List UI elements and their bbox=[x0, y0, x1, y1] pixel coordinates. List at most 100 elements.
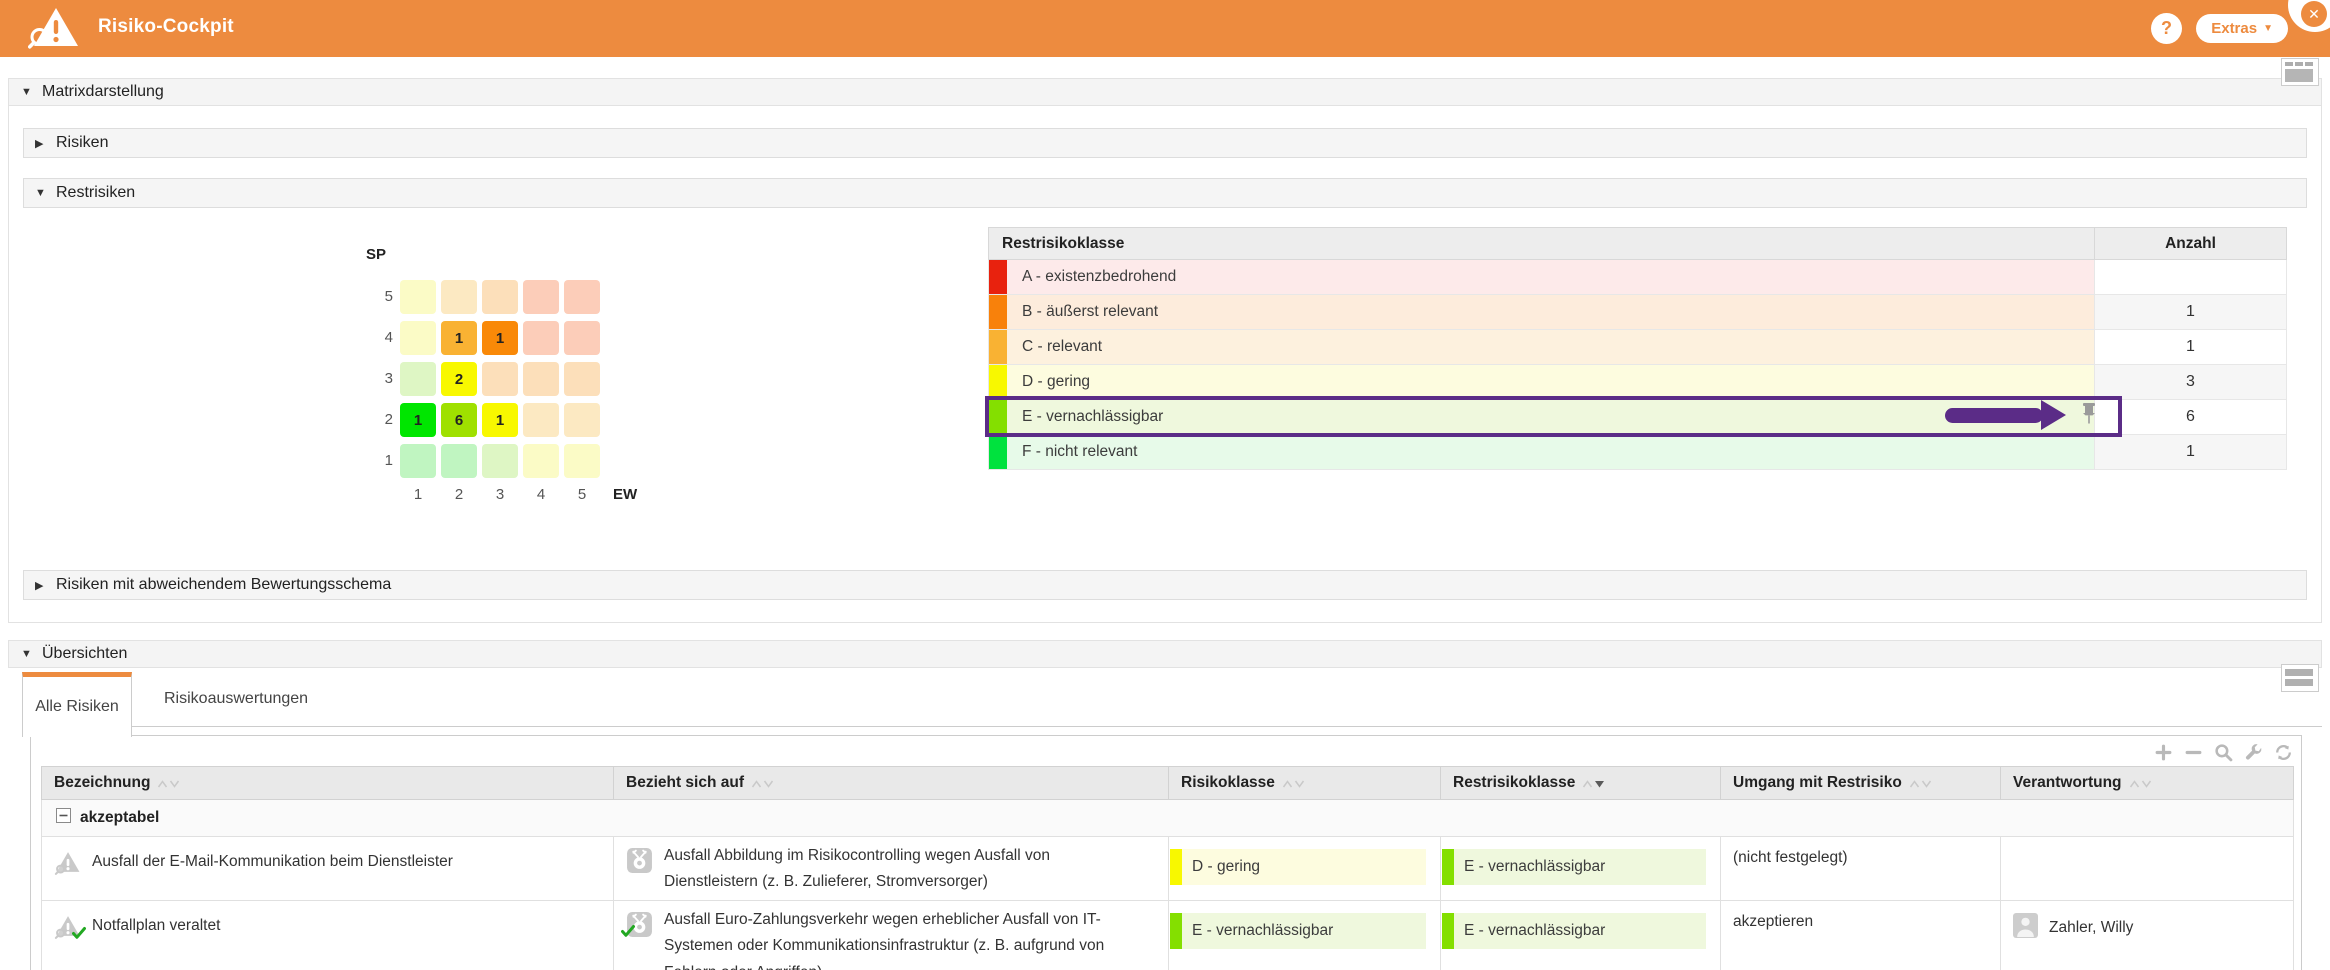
restrisiko-class-label: A - existenzbedrohend bbox=[1007, 260, 2094, 294]
sort-carets-icon[interactable] bbox=[751, 780, 774, 788]
help-button[interactable]: ? bbox=[2151, 13, 2182, 44]
tab-strip-filler bbox=[340, 672, 2322, 727]
restrisiko-row[interactable]: A - existenzbedrohend bbox=[988, 260, 2287, 295]
matrix-cell[interactable]: 1 bbox=[482, 403, 518, 437]
matrix-cell[interactable] bbox=[564, 321, 600, 355]
table-row[interactable]: Ausfall der E-Mail-Kommunikation beim Di… bbox=[42, 837, 2294, 901]
column-header[interactable]: Bezeichnung bbox=[42, 767, 614, 800]
matrix-cell[interactable] bbox=[564, 280, 600, 314]
section-header-uebersichten[interactable]: ▼ Übersichten bbox=[8, 640, 2322, 668]
subsection-header-restrisiken[interactable]: ▼ Restrisiken bbox=[23, 178, 2307, 208]
matrix-y-tick: 1 bbox=[369, 452, 393, 469]
risk-title[interactable]: Ausfall der E-Mail-Kommunikation beim Di… bbox=[92, 849, 453, 871]
sort-carets-icon[interactable] bbox=[1282, 780, 1305, 788]
restrisiko-class-label: F - nicht relevant bbox=[1007, 435, 2094, 469]
tab-risikoauswertungen[interactable]: Risikoauswertungen bbox=[132, 672, 340, 727]
matrix-cell[interactable] bbox=[482, 362, 518, 396]
minus-icon[interactable] bbox=[2184, 743, 2203, 762]
app-header: Risiko-Cockpit ? Extras ▼ ✕ bbox=[0, 0, 2330, 57]
check-icon bbox=[72, 926, 86, 945]
hazard-description: Ausfall Abbildung im Risikocontrolling w… bbox=[664, 843, 1134, 896]
matrix-x-tick: 5 bbox=[564, 486, 600, 503]
matrix-cell[interactable] bbox=[564, 403, 600, 437]
matrix-cell[interactable]: 1 bbox=[441, 321, 477, 355]
column-header[interactable]: Umgang mit Restrisiko bbox=[1721, 767, 2001, 800]
column-header[interactable]: Risikoklasse bbox=[1169, 767, 1441, 800]
table-row[interactable]: Notfallplan veraltetAusfall Euro-Zahlung… bbox=[42, 901, 2294, 970]
risk-icon bbox=[54, 913, 81, 940]
matrix-cell[interactable] bbox=[523, 280, 559, 314]
matrix-cell[interactable] bbox=[400, 444, 436, 478]
class-color-bar bbox=[1170, 913, 1182, 949]
close-button[interactable]: ✕ bbox=[2288, 0, 2330, 32]
matrix-cell[interactable] bbox=[564, 444, 600, 478]
section-body-matrixdarstellung: ▶ Risiken ▼ Restrisiken SP 112161 543211… bbox=[8, 106, 2322, 623]
matrix-cell[interactable] bbox=[441, 444, 477, 478]
close-icon[interactable]: ✕ bbox=[2301, 1, 2327, 27]
restrisiko-count: 1 bbox=[2094, 330, 2286, 364]
matrix-y-axis-label: SP bbox=[366, 246, 386, 263]
hazard-icon bbox=[626, 911, 653, 938]
column-header-anzahl: Anzahl bbox=[2094, 228, 2286, 259]
collapse-triangle-icon: ▼ bbox=[21, 648, 33, 660]
section-matrixdarstellung: ▼ Matrixdarstellung ▶ Risiken ▼ Restrisi… bbox=[8, 78, 2322, 623]
matrix-cell[interactable] bbox=[441, 280, 477, 314]
refresh-icon[interactable] bbox=[2274, 743, 2293, 762]
matrix-cell[interactable]: 6 bbox=[441, 403, 477, 437]
matrix-cell[interactable] bbox=[523, 403, 559, 437]
risk-icon bbox=[54, 849, 81, 876]
matrix-cell[interactable] bbox=[523, 321, 559, 355]
column-header[interactable]: Verantwortung bbox=[2001, 767, 2294, 800]
sort-carets-icon[interactable] bbox=[1909, 780, 1932, 788]
matrix-cell[interactable]: 1 bbox=[482, 321, 518, 355]
collapse-triangle-icon: ▶ bbox=[35, 137, 47, 150]
matrix-x-tick: 4 bbox=[523, 486, 559, 503]
wrench-icon[interactable] bbox=[2244, 743, 2263, 762]
sort-carets-icon[interactable] bbox=[2129, 780, 2152, 788]
matrix-cell[interactable] bbox=[523, 444, 559, 478]
sort-carets-icon[interactable] bbox=[1582, 780, 1605, 788]
matrix-cell[interactable] bbox=[564, 362, 600, 396]
umgang-cell: (nicht festgelegt) bbox=[1721, 837, 2001, 901]
extras-menu-button[interactable]: Extras ▼ bbox=[2196, 14, 2288, 43]
matrix-y-tick: 4 bbox=[369, 329, 393, 346]
plus-icon[interactable] bbox=[2154, 743, 2173, 762]
risk-overview-table: BezeichnungBezieht sich aufRisikoklasseR… bbox=[41, 766, 2294, 970]
subsection-title: Risiken mit abweichendem Bewertungsschem… bbox=[56, 576, 391, 594]
matrix-cell[interactable] bbox=[400, 321, 436, 355]
class-color-bar bbox=[1442, 913, 1454, 949]
extras-label: Extras bbox=[2211, 14, 2257, 43]
app-title: Risiko-Cockpit bbox=[98, 16, 234, 38]
subsection-header-risiken[interactable]: ▶ Risiken bbox=[23, 128, 2307, 158]
restrisiko-row[interactable]: F - nicht relevant1 bbox=[988, 435, 2287, 470]
column-header[interactable]: Restrisikoklasse bbox=[1441, 767, 1721, 800]
class-color-bar bbox=[989, 365, 1007, 399]
risk-warning-magnifier-icon bbox=[28, 6, 80, 55]
section-uebersichten: ▼ Übersichten Alle RisikenRisikoauswertu… bbox=[8, 640, 2322, 970]
group-collapse-icon[interactable] bbox=[56, 808, 71, 828]
matrix-cell[interactable]: 2 bbox=[441, 362, 477, 396]
risk-title[interactable]: Notfallplan veraltet bbox=[92, 913, 220, 935]
restrisiko-row[interactable]: B - äußerst relevant1 bbox=[988, 295, 2287, 330]
matrix-cell[interactable] bbox=[400, 280, 436, 314]
matrix-cell[interactable] bbox=[482, 280, 518, 314]
group-row[interactable]: akzeptabel bbox=[42, 800, 2294, 837]
check-icon bbox=[621, 924, 635, 943]
risiko-cockpit-window: Risiko-Cockpit ? Extras ▼ ✕ ▼ Matrixdars… bbox=[0, 0, 2330, 970]
search-icon[interactable] bbox=[2214, 743, 2233, 762]
restrisiko-row[interactable]: D - gering3 bbox=[988, 365, 2287, 400]
restrisiko-class-label: C - relevant bbox=[1007, 330, 2094, 364]
matrix-cell[interactable]: 1 bbox=[400, 403, 436, 437]
section-header-matrixdarstellung[interactable]: ▼ Matrixdarstellung bbox=[8, 78, 2322, 106]
restrisiko-row[interactable]: C - relevant1 bbox=[988, 330, 2287, 365]
subsection-header-abweichendes-schema[interactable]: ▶ Risiken mit abweichendem Bewertungssch… bbox=[23, 570, 2307, 600]
column-header[interactable]: Bezieht sich auf bbox=[614, 767, 1169, 800]
matrix-cell[interactable] bbox=[523, 362, 559, 396]
matrix-cell[interactable] bbox=[400, 362, 436, 396]
tab-active-alle-risiken[interactable]: Alle Risiken bbox=[22, 672, 132, 737]
sort-carets-icon[interactable] bbox=[157, 780, 180, 788]
restrisiko-class-label: D - gering bbox=[1007, 365, 2094, 399]
matrix-cell[interactable] bbox=[482, 444, 518, 478]
grid-panel-icon[interactable] bbox=[2281, 58, 2319, 86]
pin-icon[interactable] bbox=[2078, 401, 2100, 430]
